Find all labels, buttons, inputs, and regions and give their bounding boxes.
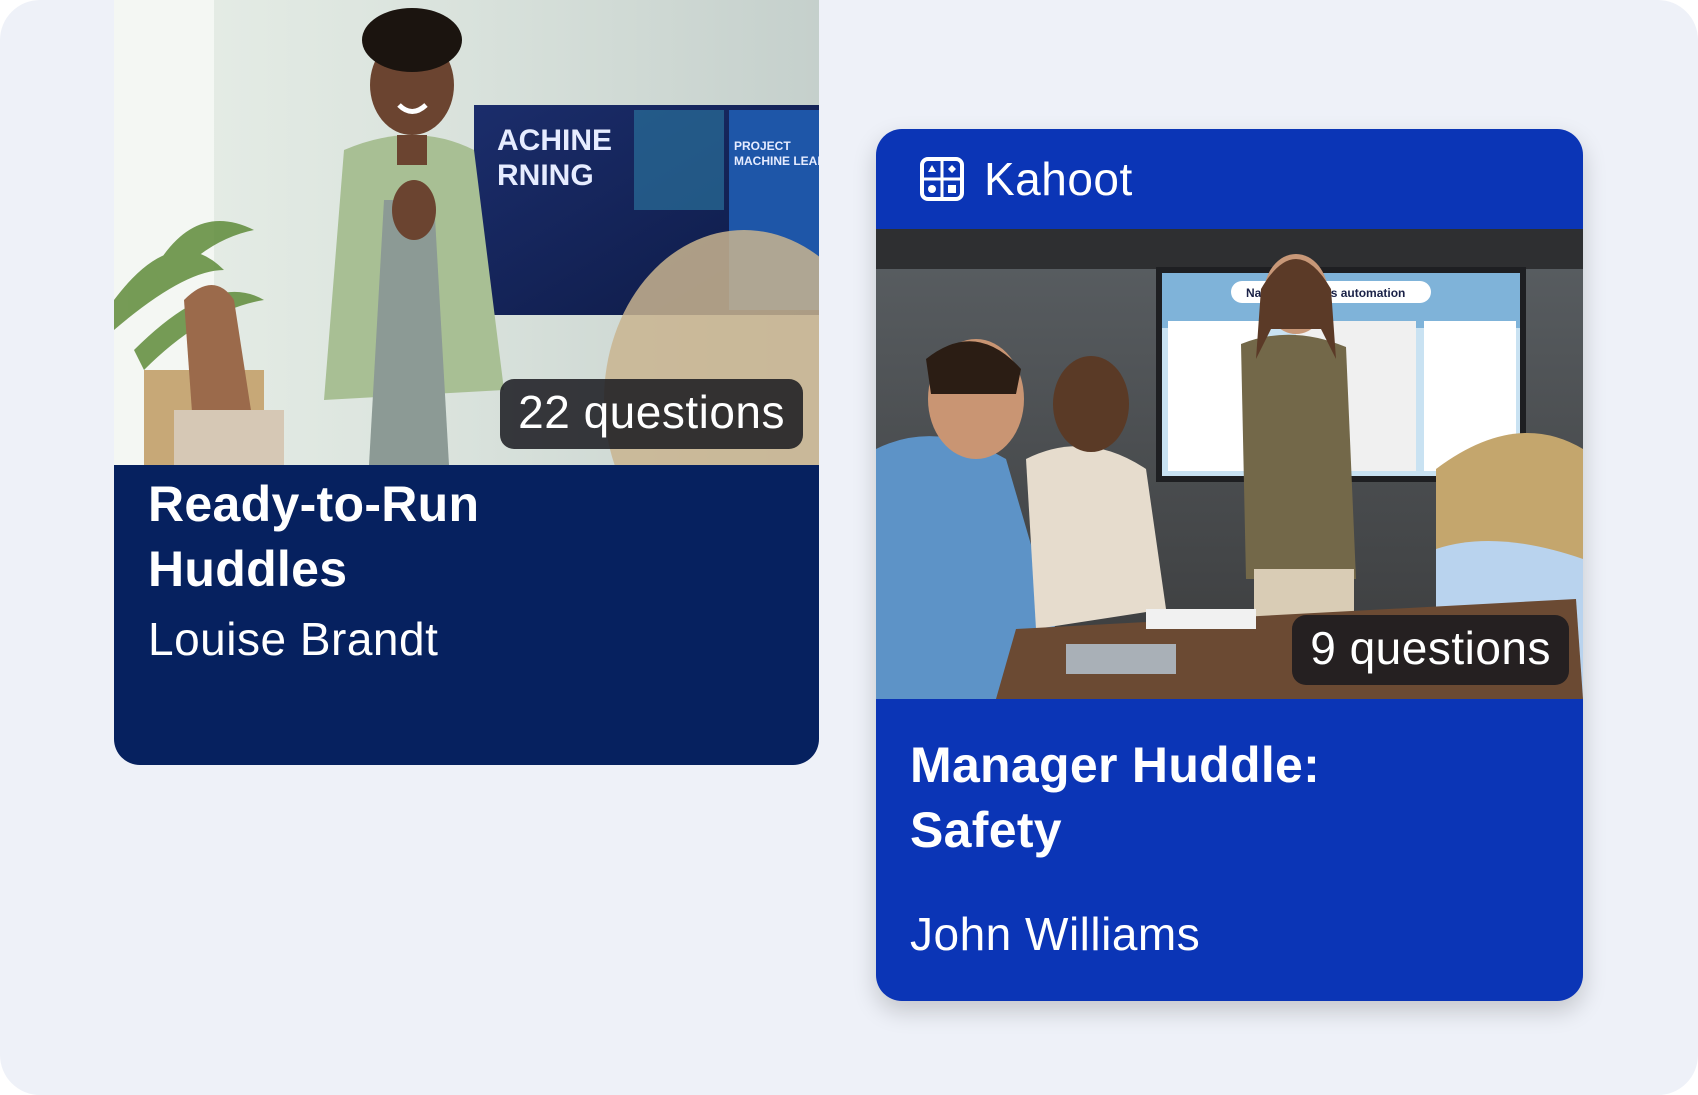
title-line: Manager Huddle:	[910, 737, 1321, 793]
author-name[interactable]: John Williams	[910, 907, 1200, 961]
question-count-badge: 9 questions	[1292, 615, 1569, 685]
title-line: Safety	[910, 802, 1062, 858]
kahoot-card-ready-to-run-huddles[interactable]: ACHINE RNING PROJECT MACHINE LEARNI	[114, 0, 819, 765]
brand-header: Kahoot	[876, 129, 1583, 229]
title-line: Huddles	[148, 541, 348, 597]
kahoot-title[interactable]: Ready-to-Run Huddles	[148, 472, 768, 602]
author-name[interactable]: Louise Brandt	[148, 612, 438, 666]
svg-text:RNING: RNING	[497, 159, 594, 192]
svg-text:MACHINE LEARNI: MACHINE LEARNI	[734, 154, 819, 168]
kahoot-title[interactable]: Manager Huddle: Safety	[910, 733, 1550, 863]
grid-shapes-icon	[920, 157, 964, 201]
brand-name: Kahoot	[984, 153, 1133, 205]
title-line: Ready-to-Run	[148, 476, 480, 532]
question-count-badge: 22 questions	[500, 379, 803, 449]
page-background: ACHINE RNING PROJECT MACHINE LEARNI	[0, 0, 1698, 1095]
kahoot-card-manager-huddle-safety[interactable]: Kahoot Name one b ess automation	[876, 129, 1583, 1001]
svg-text:ACHINE: ACHINE	[497, 124, 612, 157]
svg-text:PROJECT: PROJECT	[734, 139, 791, 153]
